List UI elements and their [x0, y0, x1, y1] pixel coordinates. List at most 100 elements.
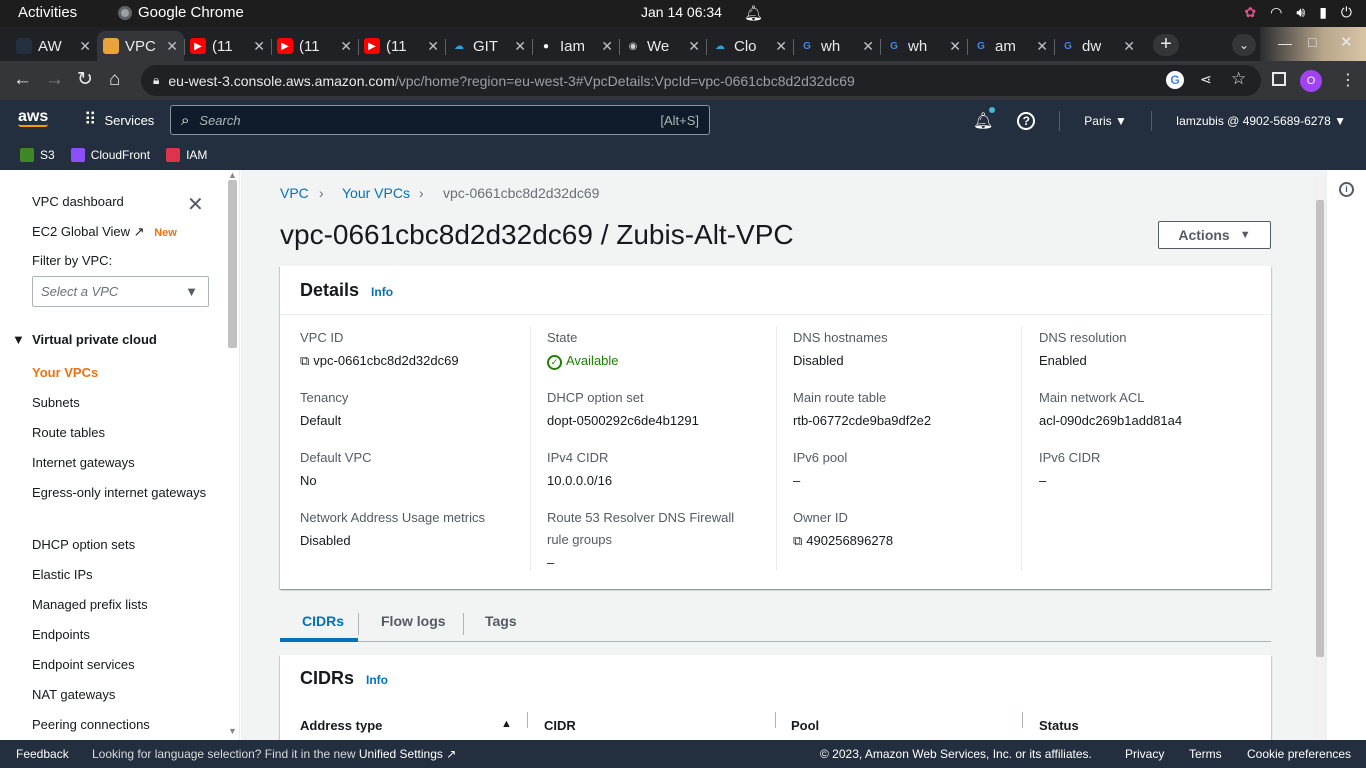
browser-tab[interactable]: ▶ (11 ✕: [184, 31, 271, 61]
close-tab-icon[interactable]: ✕: [1123, 38, 1135, 55]
dhcp-link[interactable]: dopt-0500292c6de4b1291: [547, 413, 699, 428]
account-menu[interactable]: Iamzubis @ 4902-5689-6278 ▼: [1176, 114, 1346, 128]
activities-button[interactable]: Activities: [18, 4, 77, 21]
close-tab-icon[interactable]: ✕: [166, 38, 178, 55]
info-panel-icon[interactable]: i: [1339, 182, 1354, 197]
home-icon[interactable]: ⌂: [109, 70, 120, 90]
favorite-s3[interactable]: S3: [20, 148, 55, 162]
sort-ascending-icon[interactable]: ▲: [501, 718, 512, 730]
help-icon[interactable]: ?: [1017, 112, 1036, 130]
app-menu[interactable]: Google Chrome: [118, 4, 244, 21]
minimize-icon[interactable]: —: [1278, 35, 1292, 51]
tab-tags[interactable]: Tags: [485, 613, 517, 629]
breadcrumb-vpc[interactable]: VPC: [280, 185, 309, 201]
column-status[interactable]: Status: [1039, 718, 1079, 733]
sidebar-item-elastic-ips[interactable]: Elastic IPs: [32, 564, 212, 586]
close-tab-icon[interactable]: ✕: [862, 38, 874, 55]
scroll-up-arrow[interactable]: ▲: [228, 170, 237, 180]
privacy-link[interactable]: Privacy: [1125, 747, 1164, 761]
main-route-table-link[interactable]: rtb-06772cde9ba9df2e2: [793, 413, 931, 428]
close-tab-icon[interactable]: ✕: [688, 38, 700, 55]
bookmark-star-icon[interactable]: ☆: [1231, 69, 1246, 89]
sidebar-item-endpoints[interactable]: Endpoints: [32, 624, 212, 646]
sidebar-item-nat-gateways[interactable]: NAT gateways: [32, 684, 212, 706]
column-address-type[interactable]: Address type: [300, 718, 382, 733]
sidebar-item-vpc-dashboard[interactable]: VPC dashboard: [32, 194, 124, 209]
info-link[interactable]: Info: [371, 285, 393, 299]
close-tab-icon[interactable]: ✕: [601, 38, 613, 55]
browser-tab[interactable]: ● Iam ✕: [532, 31, 619, 61]
sidebar-item-ec2-global-view[interactable]: EC2 Global View ↗ New: [32, 224, 177, 240]
sidebar-item-internet-gateways[interactable]: Internet gateways: [32, 452, 212, 474]
close-tab-icon[interactable]: ✕: [340, 38, 352, 55]
unified-settings-link[interactable]: Unified Settings ↗: [359, 747, 456, 761]
info-link[interactable]: Info: [366, 673, 388, 687]
sidebar-item-egress-only-internet-gateways[interactable]: Egress-only internet gateways: [32, 482, 212, 504]
aws-search-input[interactable]: ⌕ Search [Alt+S]: [170, 105, 710, 135]
sidebar-item-peering-connections[interactable]: Peering connections: [32, 714, 212, 736]
favorite-cloudfront[interactable]: CloudFront: [70, 148, 150, 162]
close-tab-icon[interactable]: ✕: [775, 38, 787, 55]
clock[interactable]: Jan 14 06:34: [641, 4, 722, 20]
close-tab-icon[interactable]: ✕: [79, 38, 91, 55]
close-tab-icon[interactable]: ✕: [1036, 38, 1048, 55]
copy-icon[interactable]: ⧉: [793, 533, 802, 548]
browser-tab[interactable]: Gam ✕: [967, 31, 1054, 61]
sidebar-item-your-vpcs[interactable]: Your VPCs: [32, 362, 212, 384]
scroll-down-arrow[interactable]: ▼: [228, 726, 237, 736]
browser-tab[interactable]: ☁ Clo ✕: [706, 31, 793, 61]
column-cidr[interactable]: CIDR: [544, 718, 576, 733]
terms-link[interactable]: Terms: [1189, 747, 1222, 761]
section-virtual-private-cloud[interactable]: ▼ Virtual private cloud: [12, 332, 157, 347]
close-tab-icon[interactable]: ✕: [949, 38, 961, 55]
browser-tab[interactable]: ▶ (11 ✕: [271, 31, 358, 61]
back-icon[interactable]: ←: [13, 70, 32, 90]
notifications-icon[interactable]: 🔔︎: [973, 107, 995, 131]
tab-cidrs[interactable]: CIDRs: [302, 613, 344, 629]
copy-icon[interactable]: ⧉: [300, 353, 309, 368]
browser-tab[interactable]: Gwh ✕: [793, 31, 880, 61]
profile-avatar[interactable]: O: [1300, 70, 1322, 92]
browser-tab[interactable]: ▲ AW ✕: [10, 31, 97, 61]
maximize-icon[interactable]: □: [1308, 34, 1316, 50]
browser-tab[interactable]: ▶ (11 ✕: [358, 31, 445, 61]
sidebar-item-dhcp-option-sets[interactable]: DHCP option sets: [32, 534, 212, 556]
sidepanel-icon[interactable]: [1272, 72, 1286, 86]
reload-icon[interactable]: ↻: [77, 70, 93, 90]
sidebar-item-route-tables[interactable]: Route tables: [32, 422, 212, 444]
main-acl-link[interactable]: acl-090dc269b1add81a4: [1039, 413, 1182, 428]
vpc-filter-select[interactable]: Select a VPC ▼: [32, 276, 209, 307]
browser-tab[interactable]: Gwh ✕: [880, 31, 967, 61]
breadcrumb-your-vpcs[interactable]: Your VPCs: [342, 185, 410, 201]
services-menu[interactable]: ⠿ Services: [84, 110, 154, 130]
forward-icon[interactable]: →: [45, 70, 64, 90]
browser-tab[interactable]: ☁ GIT ✕: [445, 31, 532, 61]
tab-flow-logs[interactable]: Flow logs: [381, 613, 446, 629]
favorite-iam[interactable]: IAM: [166, 148, 207, 162]
close-window-icon[interactable]: ✕: [1340, 33, 1353, 51]
new-tab-button[interactable]: +: [1153, 34, 1179, 56]
actions-button[interactable]: Actions ▼: [1158, 221, 1271, 249]
region-selector[interactable]: Paris ▼: [1084, 114, 1127, 128]
close-tab-icon[interactable]: ✕: [427, 38, 439, 55]
sidebar-item-endpoint-services[interactable]: Endpoint services: [32, 654, 212, 676]
address-bar[interactable]: 🔒︎ eu-west-3.console.aws.amazon.com/vpc/…: [141, 65, 1261, 96]
cookie-preferences-link[interactable]: Cookie preferences: [1247, 747, 1351, 761]
system-tray[interactable]: ✿ ◠ 🔊︎ ▮ ⏻: [1244, 4, 1352, 21]
sidenav-scrollbar[interactable]: [228, 180, 237, 348]
close-icon[interactable]: ✕: [187, 192, 204, 217]
sidebar-item-managed-prefix-lists[interactable]: Managed prefix lists: [32, 594, 212, 616]
google-lens-icon[interactable]: G: [1166, 71, 1184, 89]
feedback-link[interactable]: Feedback: [16, 747, 69, 761]
sidebar-item-subnets[interactable]: Subnets: [32, 392, 212, 414]
close-tab-icon[interactable]: ✕: [514, 38, 526, 55]
main-scrollbar[interactable]: [1314, 176, 1326, 738]
browser-tab[interactable]: ◉ We ✕: [619, 31, 706, 61]
share-icon[interactable]: ⋖: [1200, 71, 1212, 88]
column-pool[interactable]: Pool: [791, 718, 819, 733]
browser-tab[interactable]: ■ VPC ✕: [97, 31, 184, 61]
tab-search-icon[interactable]: ⌄: [1232, 34, 1256, 56]
chrome-menu-icon[interactable]: ⋮: [1340, 70, 1356, 90]
aws-logo[interactable]: aws: [18, 108, 48, 127]
close-tab-icon[interactable]: ✕: [253, 38, 265, 55]
